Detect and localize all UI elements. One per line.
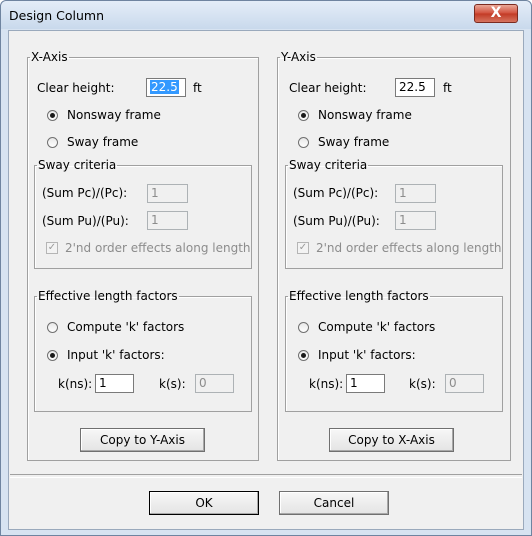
x-nonsway-radio[interactable] [47, 110, 58, 121]
y-ks-input: 0 [445, 374, 484, 393]
x-sum-pc-input: 1 [147, 184, 188, 203]
y-nonsway-radio[interactable] [298, 110, 309, 121]
y-kns-label: k(ns): [309, 377, 344, 391]
dialog-client-area: X-Axis Clear height: 22.5 ft Nonsway fra… [8, 30, 524, 530]
x-sway-criteria-title: Sway criteria [38, 158, 117, 172]
x-sway-radio[interactable] [47, 137, 58, 148]
y-sway-criteria-title: Sway criteria [289, 158, 368, 172]
x-ks-input: 0 [195, 374, 234, 393]
y-second-order-checkbox: ✓ [297, 242, 309, 254]
y-compute-k-radio[interactable] [298, 322, 309, 333]
x-sway-label[interactable]: Sway frame [67, 135, 138, 149]
x-sum-pu-input: 1 [147, 211, 188, 230]
x-kns-input[interactable]: 1 [95, 374, 134, 393]
window-title: Design Column [9, 8, 105, 23]
title-bar: Design Column X [1, 1, 531, 29]
y-axis-title: Y-Axis [281, 50, 316, 64]
x-sum-pu-label: (Sum Pu)/(Pu): [42, 214, 129, 228]
x-clear-height-label: Clear height: [37, 81, 115, 95]
y-input-k-radio[interactable] [298, 350, 309, 361]
x-second-order-checkbox: ✓ [46, 242, 58, 254]
y-clear-height-label: Clear height: [289, 81, 367, 95]
y-kns-input[interactable]: 1 [346, 374, 385, 393]
y-clear-height-input[interactable]: 22.5 [395, 78, 435, 97]
ok-button[interactable]: OK [149, 491, 259, 515]
x-axis-title: X-Axis [31, 50, 68, 64]
x-kns-label: k(ns): [58, 377, 93, 391]
bottom-separator [10, 474, 522, 478]
y-sway-radio[interactable] [298, 137, 309, 148]
y-sway-label[interactable]: Sway frame [318, 135, 389, 149]
x-second-order-label: 2'nd order effects along length [65, 241, 251, 255]
y-sum-pu-input: 1 [395, 211, 436, 230]
y-sum-pc-input: 1 [395, 184, 436, 203]
y-compute-k-label[interactable]: Compute 'k' factors [318, 320, 435, 334]
x-nonsway-label[interactable]: Nonsway frame [67, 108, 161, 122]
x-effective-length-title: Effective length factors [38, 289, 178, 303]
y-clear-height-unit: ft [443, 81, 452, 95]
x-sum-pc-label: (Sum Pc)/(Pc): [42, 186, 128, 200]
y-ks-label: k(s): [409, 377, 436, 391]
close-button[interactable]: X [474, 4, 518, 23]
y-sum-pc-label: (Sum Pc)/(Pc): [293, 186, 379, 200]
x-clear-height-value: 22.5 [150, 80, 179, 94]
y-sum-pu-label: (Sum Pu)/(Pu): [293, 214, 380, 228]
y-effective-length-title: Effective length factors [289, 289, 429, 303]
x-clear-height-input[interactable]: 22.5 [146, 78, 186, 97]
close-icon: X [490, 5, 502, 21]
x-ks-label: k(s): [159, 377, 186, 391]
x-input-k-radio[interactable] [47, 350, 58, 361]
copy-to-y-axis-button[interactable]: Copy to Y-Axis [80, 428, 205, 452]
x-compute-k-radio[interactable] [47, 322, 58, 333]
x-input-k-label[interactable]: Input 'k' factors: [67, 348, 165, 362]
dialog-window: Design Column X X-Axis Clear height: 22.… [0, 0, 532, 536]
y-nonsway-label[interactable]: Nonsway frame [318, 108, 412, 122]
copy-to-x-axis-button[interactable]: Copy to X-Axis [329, 428, 454, 452]
x-clear-height-unit: ft [193, 81, 202, 95]
y-second-order-label: 2'nd order effects along length [316, 241, 502, 255]
x-compute-k-label[interactable]: Compute 'k' factors [67, 320, 184, 334]
y-input-k-label[interactable]: Input 'k' factors: [318, 348, 416, 362]
cancel-button[interactable]: Cancel [279, 491, 389, 515]
